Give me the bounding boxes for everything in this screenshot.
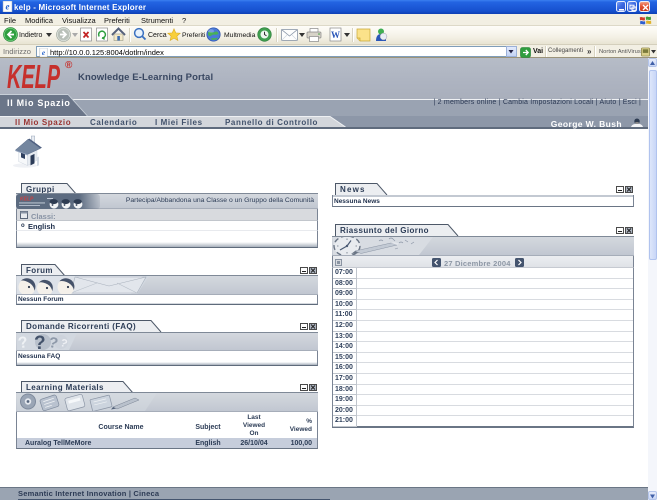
svg-text:W: W [331, 30, 340, 40]
svg-text:KELP: KELP [7, 59, 61, 91]
svg-text:?: ? [34, 333, 46, 350]
svg-text:e: e [6, 2, 10, 12]
